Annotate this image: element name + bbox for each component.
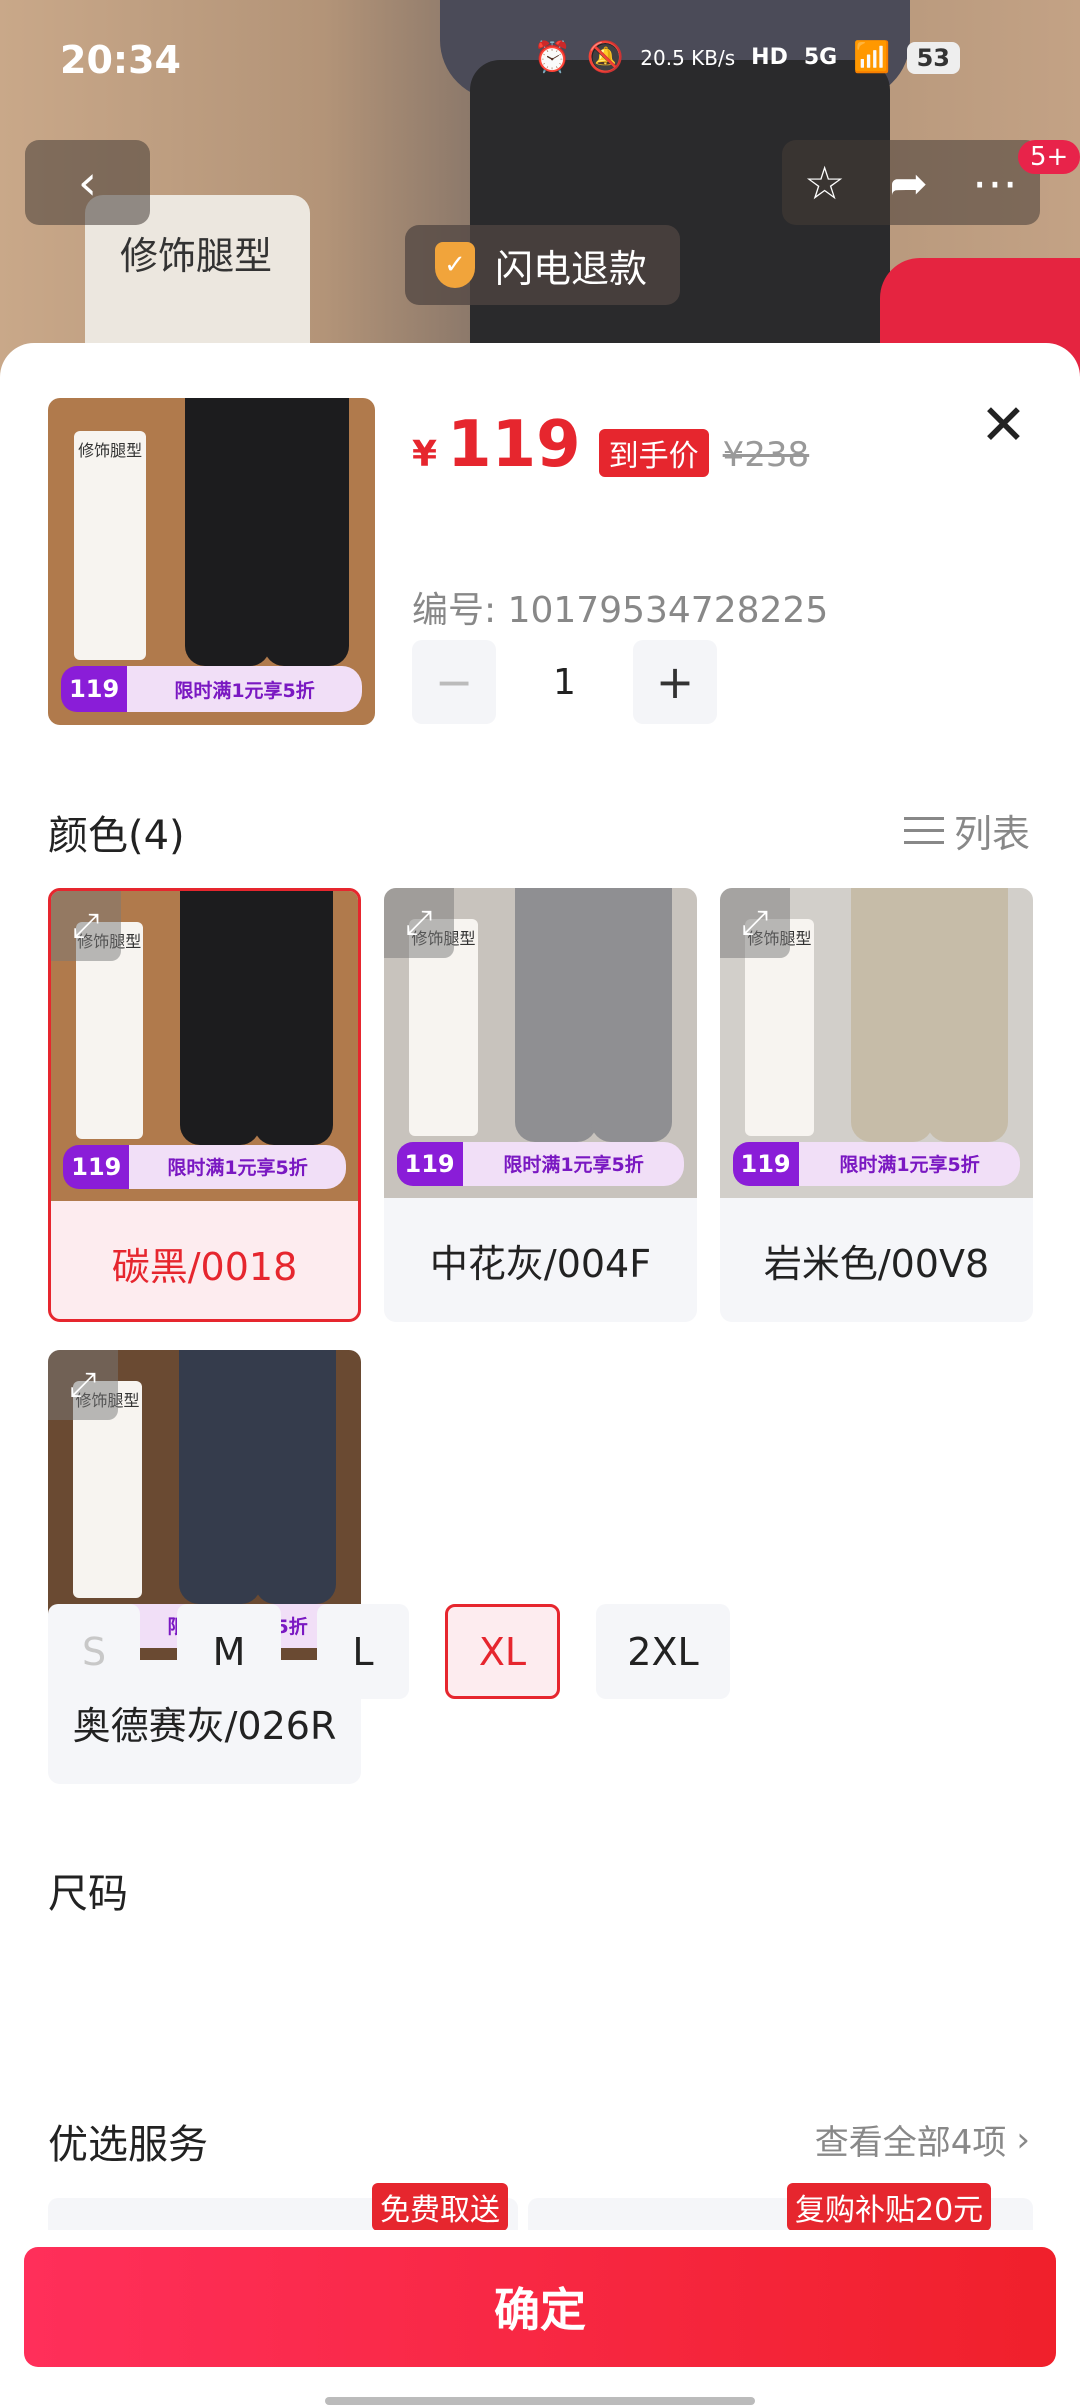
expand-icon[interactable]: ⤢	[51, 891, 121, 961]
close-icon[interactable]: ✕	[980, 393, 1027, 458]
expand-icon[interactable]: ⤢	[48, 1350, 118, 1420]
variant-card[interactable]: 修饰腿型 119限时满1元享5折 ⤢ 碳黑/0018	[48, 888, 361, 1322]
variant-label: 中花灰/004F	[429, 1241, 652, 1286]
alarm-icon: ⏰	[533, 40, 571, 75]
price-value: 119	[447, 408, 581, 482]
services-title: 优选服务	[48, 2122, 208, 2168]
net-speed: 20.5 KB/s	[640, 45, 736, 70]
variant-card[interactable]: 修饰腿型 119限时满1元享5折 ⤢ 中花灰/004F	[384, 888, 697, 1322]
variant-card[interactable]: 修饰腿型 119限时满1元享5折 ⤢ 奥德赛灰/026R	[48, 1350, 361, 1784]
quantity-stepper: − 1 +	[412, 640, 717, 724]
quantity-value[interactable]: 1	[496, 662, 633, 703]
chevron-left-icon: ‹	[77, 154, 98, 211]
star-icon[interactable]: ☆	[804, 156, 845, 210]
signal-icon: 5G	[803, 45, 838, 70]
expand-icon[interactable]: ⤢	[720, 888, 790, 958]
service-tag: 复购补贴20元	[787, 2183, 992, 2231]
refund-text: 闪电退款	[495, 246, 648, 291]
size-option-2xl[interactable]: 2XL	[596, 1604, 730, 1699]
mute-icon: 🔕	[586, 40, 625, 75]
variant-card[interactable]: 修饰腿型 119限时满1元享5折 ⤢ 岩米色/00V8	[720, 888, 1033, 1322]
home-indicator	[325, 2397, 755, 2405]
status-icons: ⏰ 🔕 20.5 KB/s HD 5G 📶 53	[534, 40, 960, 75]
share-icon[interactable]: ➦	[889, 156, 928, 210]
shield-check-icon: ✓	[435, 242, 475, 288]
more-icon[interactable]: ⋯	[972, 156, 1018, 210]
hd-icon: HD	[751, 45, 788, 70]
decrease-button[interactable]: −	[412, 640, 496, 724]
price-tag: 到手价	[598, 429, 709, 477]
variant-label: 岩米色/00V8	[763, 1241, 990, 1286]
list-view-label: 列表	[953, 812, 1030, 856]
battery-icon: 53	[906, 41, 960, 74]
confirm-button[interactable]: 确定	[24, 2247, 1056, 2367]
price-currency: ¥	[412, 434, 438, 475]
size-option-m[interactable]: M	[177, 1604, 281, 1699]
size-option-xl[interactable]: XL	[445, 1604, 560, 1699]
increase-button[interactable]: +	[633, 640, 717, 724]
sku-code: 编号: 10179534728225	[412, 590, 829, 631]
service-tag: 免费取送	[372, 2183, 508, 2231]
wifi-icon: 📶	[853, 40, 891, 75]
chevron-right-icon: ›	[1016, 2119, 1030, 2160]
message-badge: 5+	[1018, 140, 1080, 174]
services-more[interactable]: 查看全部4项 ›	[815, 2115, 1030, 2164]
sku-sheet: 修饰腿型 119 限时满1元享5折 ¥ 119 到手价 ¥238 ✕ 编号: 10…	[0, 343, 1080, 2408]
top-actions: ☆ ➦ ⋯	[782, 140, 1040, 225]
variant-label: 碳黑/0018	[111, 1244, 298, 1289]
refund-pill: ✓ 闪电退款	[405, 225, 680, 305]
old-price: ¥238	[722, 435, 810, 475]
color-title: 颜色(4)	[48, 813, 185, 859]
main-thumbnail[interactable]: 修饰腿型 119 限时满1元享5折	[48, 398, 375, 725]
price-row: ¥ 119 到手价 ¥238	[412, 408, 809, 482]
status-bar: 20:34 ⏰ 🔕 20.5 KB/s HD 5G 📶 53	[0, 0, 1080, 120]
list-view-toggle[interactable]: 列表	[903, 803, 1030, 858]
expand-icon[interactable]: ⤢	[384, 888, 454, 958]
back-button[interactable]: ‹	[25, 140, 150, 225]
size-option-s[interactable]: S	[48, 1604, 140, 1699]
services-more-label: 查看全部4项	[814, 2123, 1007, 2163]
list-icon	[903, 811, 944, 851]
size-option-l[interactable]: L	[317, 1604, 409, 1699]
size-title: 尺码	[48, 1871, 128, 1917]
status-time: 20:34	[60, 38, 181, 82]
